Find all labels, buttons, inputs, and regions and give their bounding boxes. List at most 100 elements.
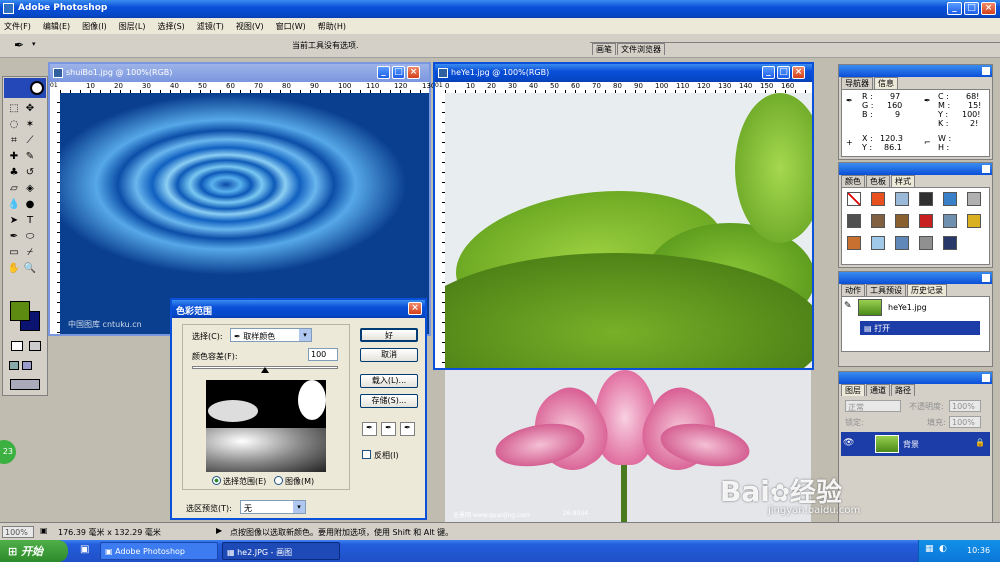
- history-brush-icon[interactable]: ✎: [844, 301, 852, 311]
- style-swatch[interactable]: [943, 214, 957, 228]
- type-icon[interactable]: T: [22, 213, 38, 229]
- style-swatch[interactable]: [871, 236, 885, 250]
- close-button[interactable]: ×: [981, 2, 996, 15]
- load-button[interactable]: 载入(L)...: [360, 374, 418, 388]
- path-select-icon[interactable]: ➤: [6, 213, 22, 229]
- notes-icon[interactable]: ▭: [6, 245, 22, 261]
- standard-mode-icon[interactable]: [29, 341, 41, 351]
- style-swatch[interactable]: [871, 192, 885, 206]
- network-icon[interactable]: ▦: [925, 544, 934, 554]
- menu-item[interactable]: 图层(L): [119, 22, 146, 31]
- quickmask-icon[interactable]: [11, 341, 23, 351]
- fuzziness-slider-thumb[interactable]: [261, 367, 269, 373]
- panel-close-icon[interactable]: [982, 274, 990, 282]
- style-swatch[interactable]: [895, 192, 909, 206]
- save-button[interactable]: 存储(S)...: [360, 394, 418, 408]
- tab-color[interactable]: 颜色: [841, 175, 865, 187]
- tab-history[interactable]: 历史记录: [907, 284, 947, 296]
- style-swatch[interactable]: [919, 192, 933, 206]
- select-dropdown[interactable]: ✒ 取样颜色 ▾: [230, 328, 312, 342]
- bucket-icon[interactable]: ◈: [22, 181, 38, 197]
- style-swatch[interactable]: [919, 236, 933, 250]
- dialog-titlebar[interactable]: 色彩范围 ×: [172, 300, 425, 318]
- doc1-maximize-button[interactable]: □: [392, 66, 405, 79]
- minimize-button[interactable]: _: [947, 2, 962, 15]
- quicklaunch-icon[interactable]: ▣: [80, 544, 89, 555]
- style-swatch-none[interactable]: [847, 192, 861, 206]
- tab-styles[interactable]: 样式: [891, 175, 915, 187]
- stamp-icon[interactable]: ♣: [6, 165, 22, 181]
- imageready-icon[interactable]: [10, 379, 40, 390]
- tab-paths[interactable]: 路径: [891, 384, 915, 396]
- eyedropper-minus-button[interactable]: ✒: [400, 422, 415, 436]
- snapshot-name[interactable]: heYe1.jpg: [888, 303, 927, 312]
- slice-icon[interactable]: ⟋: [22, 133, 38, 149]
- task-paint[interactable]: ▦ he2.JPG - 画图: [222, 542, 340, 560]
- ok-button[interactable]: 好: [360, 328, 418, 342]
- panel-close-icon[interactable]: [982, 374, 990, 382]
- tab-brush[interactable]: 画笔: [592, 43, 616, 55]
- magic-wand-icon[interactable]: ✶: [22, 117, 38, 133]
- panel-close-icon[interactable]: [982, 67, 990, 75]
- blend-mode-dropdown[interactable]: 正常: [845, 400, 901, 412]
- tab-actions[interactable]: 动作: [841, 284, 865, 296]
- tab-navigator[interactable]: 导航器: [841, 77, 873, 89]
- brush-icon[interactable]: ✎: [22, 149, 38, 165]
- screen-mode-icon[interactable]: [9, 361, 19, 370]
- healing-icon[interactable]: ✚: [6, 149, 22, 165]
- style-swatch[interactable]: [871, 214, 885, 228]
- foreground-color[interactable]: [10, 301, 30, 321]
- fill-input[interactable]: 100%: [949, 416, 981, 428]
- panel-close-icon[interactable]: [982, 165, 990, 173]
- style-swatch[interactable]: [943, 236, 957, 250]
- eyedropper-plus-button[interactable]: ✒: [381, 422, 396, 436]
- tab-channels[interactable]: 通道: [866, 384, 890, 396]
- hand-icon[interactable]: ✋: [6, 261, 22, 277]
- preview-dropdown[interactable]: 无 ▾: [240, 500, 306, 514]
- opacity-input[interactable]: 100%: [949, 400, 981, 412]
- move-icon[interactable]: ✥: [22, 101, 38, 117]
- radio-image[interactable]: [274, 476, 283, 485]
- doc2-titlebar[interactable]: heYe1.jpg @ 100%(RGB) _ □ ×: [435, 64, 812, 82]
- menu-item[interactable]: 文件(F): [4, 22, 31, 31]
- cancel-button[interactable]: 取消: [360, 348, 418, 362]
- lasso-icon[interactable]: ◌: [6, 117, 22, 133]
- style-swatch[interactable]: [847, 236, 861, 250]
- maximize-button[interactable]: □: [964, 2, 979, 15]
- shape-icon[interactable]: ⬭: [22, 229, 38, 245]
- tab-tool-presets[interactable]: 工具预设: [866, 284, 906, 296]
- style-swatch[interactable]: [895, 236, 909, 250]
- doc1-close-button[interactable]: ×: [407, 66, 420, 79]
- style-swatch[interactable]: [943, 192, 957, 206]
- layer-row-background[interactable]: 👁 背景 🔒: [841, 432, 990, 456]
- history-brush-icon[interactable]: ↺: [22, 165, 38, 181]
- dialog-close-button[interactable]: ×: [408, 302, 422, 315]
- tab-swatches[interactable]: 色板: [866, 175, 890, 187]
- menu-item[interactable]: 滤镜(T): [197, 22, 224, 31]
- zoom-icon[interactable]: 🔍: [22, 261, 38, 277]
- doc2-maximize-button[interactable]: □: [777, 66, 790, 79]
- menu-item[interactable]: 视图(V): [236, 22, 264, 31]
- fuzziness-input[interactable]: 100: [308, 348, 338, 361]
- style-swatch[interactable]: [967, 214, 981, 228]
- pen-icon[interactable]: ✒: [6, 229, 22, 245]
- eyedropper-tool-icon[interactable]: ⌿: [22, 245, 38, 261]
- zoom-field[interactable]: 100%: [2, 526, 34, 538]
- menu-item[interactable]: 窗口(W): [276, 22, 306, 31]
- marquee-icon[interactable]: ⬚: [6, 101, 22, 117]
- doc2-minimize-button[interactable]: _: [762, 66, 775, 79]
- invert-checkbox[interactable]: [362, 450, 371, 459]
- eraser-icon[interactable]: ▱: [6, 181, 22, 197]
- menu-item[interactable]: 帮助(H): [318, 22, 346, 31]
- menu-item[interactable]: 选择(S): [157, 22, 184, 31]
- eyedropper-icon[interactable]: ✒: [14, 38, 24, 52]
- volume-icon[interactable]: ◐: [939, 544, 947, 554]
- fullscreen-icon[interactable]: [22, 361, 32, 370]
- chevron-down-icon[interactable]: ▾: [32, 40, 36, 48]
- dodge-icon[interactable]: ●: [22, 197, 38, 213]
- style-swatch[interactable]: [919, 214, 933, 228]
- tab-info[interactable]: 信息: [874, 77, 898, 89]
- menu-item[interactable]: 图像(I): [82, 22, 107, 31]
- tab-file-browser[interactable]: 文件浏览器: [617, 43, 665, 55]
- start-button[interactable]: ⊞ 开始: [0, 540, 68, 562]
